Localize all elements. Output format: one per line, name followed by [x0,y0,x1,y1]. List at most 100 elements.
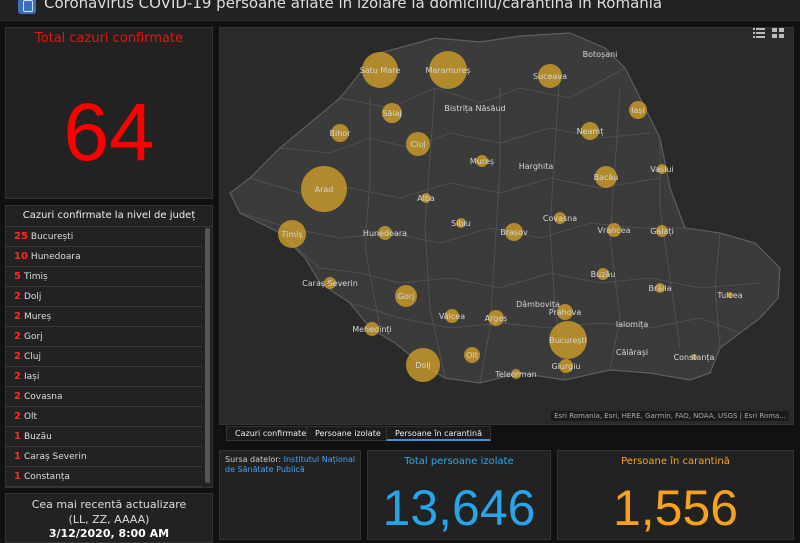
county-case-count: 2 [14,331,21,342]
county-list-item[interactable]: 1 Buzău [6,427,202,447]
quarantine-label: Persoane în carantină [621,456,730,467]
last-update-value: 3/12/2020, 8:00 AM [48,527,170,540]
county-label: Covasna [543,214,577,223]
list-icon[interactable] [753,28,765,38]
county-name: București [30,232,74,242]
county-name: Covasna [23,392,63,402]
county-label: Buzău [591,270,616,279]
county-name: Hunedoara [30,252,81,262]
tab-quarantine[interactable]: Persoane în carantină [386,426,491,441]
county-name: Caraș Severin [23,452,87,462]
county-list-item[interactable]: 2 Iași [6,367,202,387]
map-attribution: Esri Romania, Esri, HERE, Garmin, FAO, N… [551,411,789,421]
total-confirmed-value: 64 [63,87,155,178]
county-label: Sibiu [451,219,471,228]
county-label: Sălaj [382,109,401,118]
county-list-item[interactable]: 2 Covasna [6,387,202,407]
county-label: Teleorman [494,370,536,379]
county-label: Giurgiu [551,362,580,371]
county-name: Dolj [23,292,42,302]
county-case-count: 2 [14,371,21,382]
app-logo-icon [18,0,36,14]
grid-icon[interactable] [772,28,784,38]
map-panel[interactable]: Botoșani Satu Mare Maramureș Suceava Iași Săl… [219,27,794,425]
county-label: Hunedoara [363,229,407,238]
county-label: Dolj [415,361,431,370]
tab-confirmed[interactable]: Cazuri confirmate [226,426,316,441]
county-label: Suceava [533,72,567,81]
county-list: 25 București 10 Hunedoara 5 Timiș 2 Dolj 2 Mureș 2… [6,227,212,488]
county-case-count: 10 [14,251,28,262]
county-label: Neamț [577,127,604,137]
county-name: Gorj [23,332,43,342]
county-label: Călărași [616,348,648,358]
county-list-item[interactable]: 2 Gorj [6,327,202,347]
county-list-item[interactable]: 1 Constanța [6,467,202,487]
isolated-label: Total persoane izolate [404,456,514,467]
county-name: Cluj [23,352,41,362]
county-label: București [549,336,587,346]
county-label: Argeș [485,314,508,324]
county-list-item[interactable]: 10 Hunedoara [6,247,202,267]
county-list-item[interactable]: 5 Timiș [6,267,202,287]
county-label: Tulcea [716,291,742,300]
county-label: Vaslui [650,165,673,174]
county-label: Bihor [330,129,352,138]
page-title: Coronavirus COVID-19 persoane aflate în … [44,0,663,12]
county-label: Bistrița Năsăud [444,104,505,114]
county-label: Iași [631,106,645,116]
total-confirmed-label: Total cazuri confirmate [34,31,184,46]
county-case-count: 25 [14,231,28,242]
county-label: Maramureș [425,66,470,76]
quarantine-value: 1,556 [612,480,739,536]
data-source-text: Sursa datelor: Institutul Național de Să… [225,455,360,475]
total-confirmed-panel: Total cazuri confirmate 64 [5,27,213,199]
county-label: Satu Mare [360,66,401,75]
quarantine-panel: Persoane în carantină 1,556 [557,450,794,540]
county-label: Brăila [648,284,671,293]
county-label: Botoșani [583,50,618,60]
county-label: Caraș Severin [302,279,358,289]
county-name: Mureș [23,312,52,322]
county-label: Alba [417,194,435,203]
county-case-count: 2 [14,411,21,422]
county-case-count: 2 [14,311,21,322]
county-label: Dâmbovița [516,300,560,310]
county-label: Timiș [280,230,302,240]
county-list-item[interactable]: 2 Mureș [6,307,202,327]
county-label: Mehedinți [352,325,392,335]
last-update-format: (LL, ZZ, AAAA) [68,513,150,526]
tab-isolated[interactable]: Persoane izolate [306,426,390,441]
county-name: Iași [23,372,40,382]
county-case-count: 2 [14,391,21,402]
isolated-panel: Total persoane izolate 13,646 [367,450,551,540]
county-label: Brașov [500,228,528,238]
county-list-item[interactable]: 25 București [6,227,202,247]
county-list-item[interactable]: 2 Olt [6,407,202,427]
county-label: Constanța [674,353,715,363]
romania-map[interactable]: Botoșani Satu Mare Maramureș Suceava Iași Săl… [220,28,794,425]
county-label: Ialomița [616,320,649,330]
county-label: Harghita [519,162,554,171]
county-list-heading: Cazuri confirmate la nivel de județ [6,206,212,227]
county-case-count: 1 [14,431,21,442]
county-list-panel: Cazuri confirmate la nivel de județ 25 Bu… [5,205,213,488]
data-source-panel: Sursa datelor: Institutul Național de Să… [219,450,361,540]
county-list-scrollbar[interactable] [205,228,210,483]
county-label: Arad [315,185,334,194]
county-name: Buzău [23,432,52,442]
county-name: Timiș [23,272,48,282]
county-list-item[interactable]: 1Galati [6,487,202,488]
county-label: Cluj [410,140,425,149]
county-label: Galați [650,227,674,237]
county-name: Olt [23,412,38,422]
county-list-item[interactable]: 2 Dolj [6,287,202,307]
county-list-item[interactable]: 1 Caraș Severin [6,447,202,467]
county-case-count: 1 [14,451,21,462]
county-label: Gorj [398,292,415,301]
isolated-value: 13,646 [382,480,536,536]
app-header: Coronavirus COVID-19 persoane aflate în … [0,0,800,21]
county-case-count: 5 [14,271,21,282]
county-case-count: 1 [14,471,21,482]
county-list-item[interactable]: 2 Cluj [6,347,202,367]
